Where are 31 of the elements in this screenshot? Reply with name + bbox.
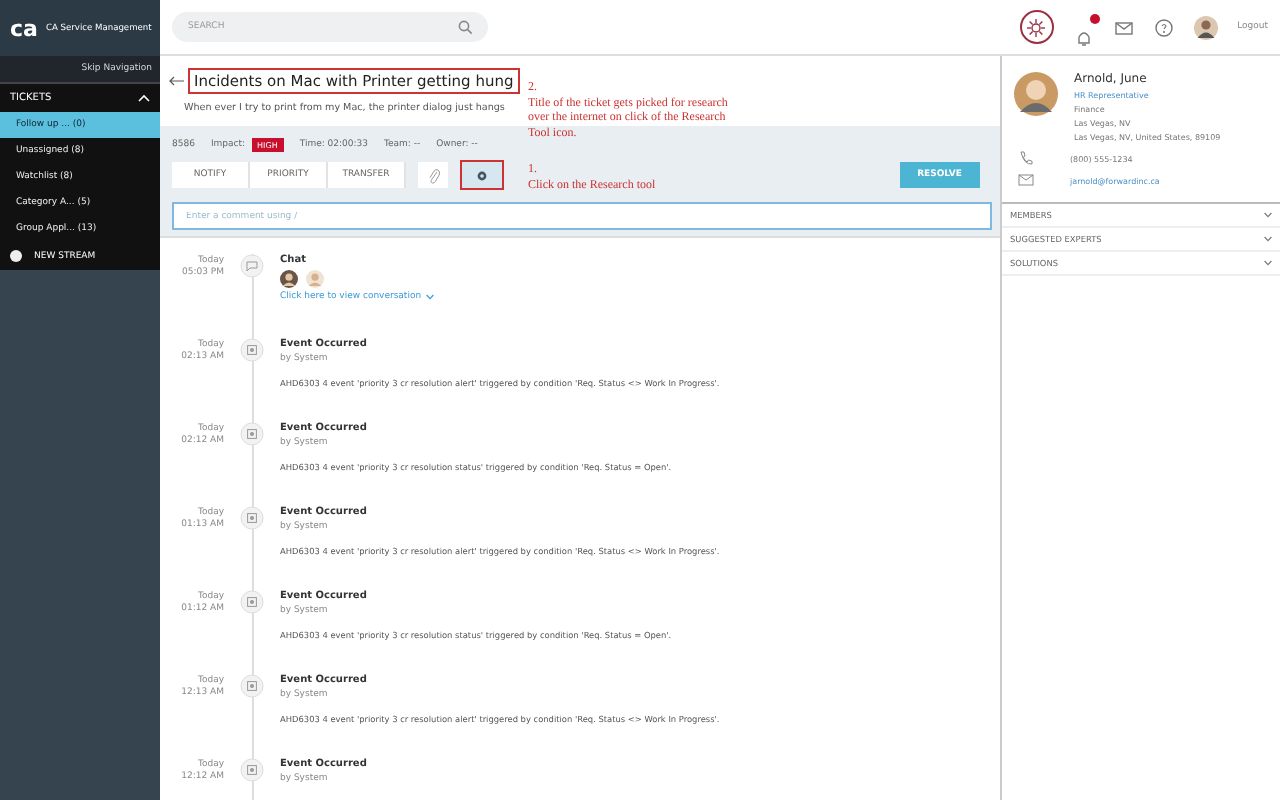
app-logo: ca — [10, 17, 38, 39]
chevron-down-icon — [425, 294, 434, 300]
phone-icon — [1018, 150, 1034, 166]
chat-icon — [240, 254, 264, 278]
event-icon — [240, 338, 264, 362]
mail-icon — [1018, 174, 1034, 186]
person-avatar — [280, 270, 298, 288]
event-icon — [240, 590, 264, 614]
bell-icon[interactable] — [1073, 27, 1094, 47]
notification-badge-icon — [1089, 13, 1100, 23]
help-icon[interactable] — [1153, 17, 1174, 37]
event-icon — [240, 758, 264, 782]
chevron-down-icon — [1264, 236, 1272, 242]
contact-avatar — [1014, 72, 1058, 116]
event-icon — [240, 506, 264, 530]
chevron-down-icon — [1264, 212, 1272, 218]
research-button[interactable] — [460, 160, 504, 190]
paperclip-icon — [427, 167, 439, 183]
gear-icon[interactable] — [1026, 17, 1047, 37]
user-avatar[interactable] — [1193, 15, 1218, 39]
chevron-up-icon — [138, 94, 150, 102]
back-arrow-icon[interactable] — [168, 75, 184, 85]
research-tool-button[interactable] — [1019, 10, 1054, 44]
circle-icon — [10, 250, 22, 262]
search-icon — [458, 20, 472, 34]
gear-icon — [476, 169, 488, 181]
chevron-down-icon — [1264, 260, 1272, 266]
person-avatar — [306, 270, 324, 288]
event-icon — [240, 674, 264, 698]
event-icon — [240, 422, 264, 446]
mail-icon[interactable] — [1113, 17, 1134, 37]
